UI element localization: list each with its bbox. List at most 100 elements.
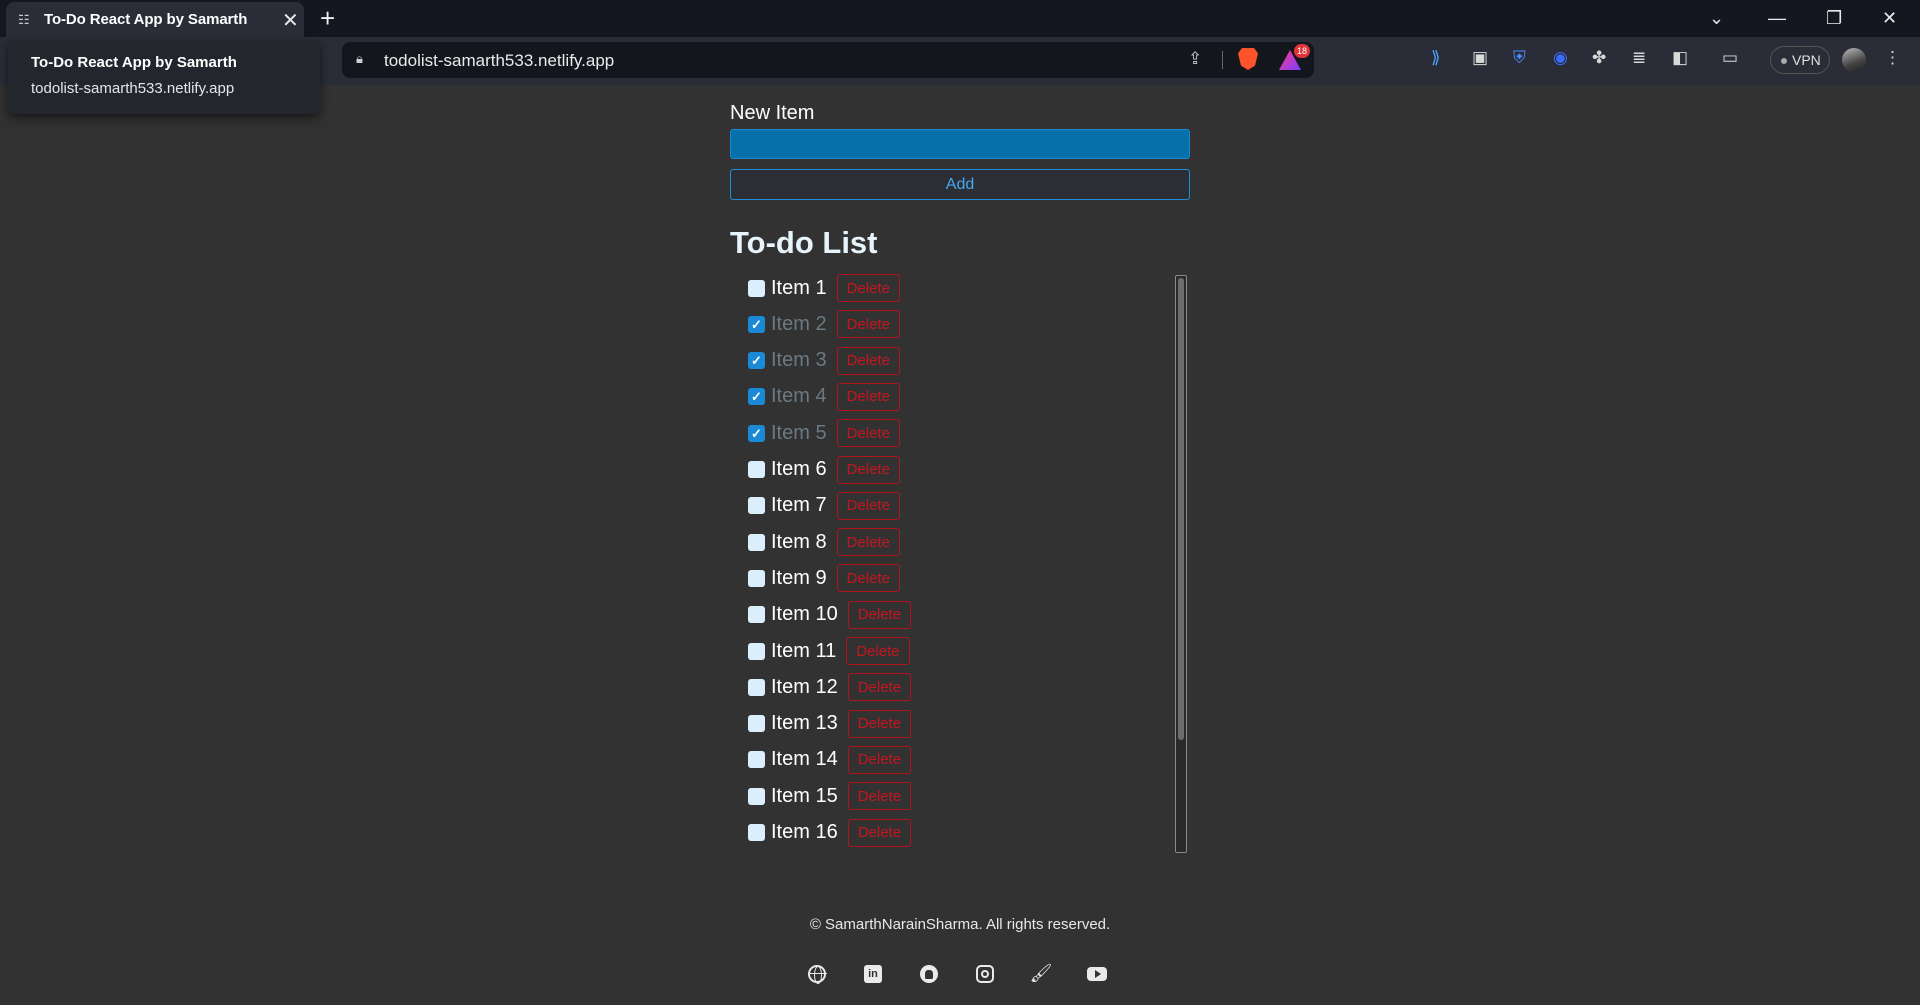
todo-item: ✓ Item 5 Delete	[748, 418, 900, 448]
new-tab-icon[interactable]: +	[320, 3, 335, 33]
new-item-input[interactable]	[730, 129, 1190, 159]
delete-button[interactable]: Delete	[836, 564, 900, 593]
todo-item: Item 9 Delete	[748, 563, 900, 593]
todo-item: Item 6 Delete	[748, 455, 900, 485]
todo-checkbox[interactable]	[748, 461, 765, 478]
tab-close-icon[interactable]: ✕	[282, 8, 299, 33]
github-icon[interactable]	[917, 961, 941, 985]
todo-checkbox[interactable]: ✓	[748, 352, 765, 370]
divider	[1222, 51, 1223, 69]
todo-item-text: Item 12	[771, 675, 838, 698]
tab-title: To-Do React App by Samarth	[44, 11, 248, 28]
todo-checkbox[interactable]	[748, 533, 765, 551]
url-text[interactable]: todolist-samarth533.netlify.app	[384, 51, 614, 71]
todo-item-text: Item 10	[771, 603, 838, 626]
brush-icon[interactable]: 🖌︎	[1029, 961, 1053, 985]
address-bar[interactable]: 🔒︎ todolist-samarth533.netlify.app ⇪ 18	[342, 42, 1314, 78]
youtube-icon[interactable]	[1085, 961, 1109, 985]
todo-item-text: Item 1	[771, 276, 827, 299]
delete-button[interactable]: Delete	[847, 600, 912, 629]
delete-button[interactable]: Delete	[847, 782, 912, 811]
todo-checkbox[interactable]: ✓	[748, 315, 765, 333]
delete-button[interactable]: Delete	[836, 528, 900, 557]
todo-checkbox[interactable]	[748, 569, 765, 587]
scrollbar-thumb[interactable]	[1178, 278, 1184, 740]
shields-count-badge: 18	[1294, 44, 1310, 58]
todo-checkbox[interactable]	[748, 642, 765, 660]
delete-button[interactable]: Delete	[847, 745, 912, 774]
todo-item-text: Item 15	[771, 784, 838, 807]
hover-card-url: todolist-samarth533.netlify.app	[31, 80, 235, 97]
delete-button[interactable]: Delete	[836, 310, 900, 339]
todo-list: Item 1 Delete ✓ Item 2 Delete ✓ Item 3 Delete ✓ I…	[748, 273, 1192, 853]
brave-shields-icon[interactable]	[1238, 48, 1258, 70]
todo-item-text: Item 14	[771, 748, 838, 771]
todo-item-text: Item 7	[771, 494, 827, 517]
vpn-button[interactable]: VPN	[1770, 46, 1830, 74]
picture-in-picture-icon[interactable]: ▣	[1472, 48, 1488, 68]
todo-item-text: Item 13	[771, 712, 838, 735]
close-window-icon[interactable]: ✕	[1882, 4, 1897, 32]
speedreader-icon[interactable]: ⟫	[1431, 48, 1440, 68]
todo-item-text: Item 11	[771, 639, 837, 662]
todo-checkbox[interactable]	[748, 497, 765, 515]
todo-checkbox[interactable]: ✓	[748, 424, 765, 442]
todo-item-text: Item 3	[771, 349, 827, 372]
linkedin-icon[interactable]: in	[861, 961, 885, 985]
todo-checkbox[interactable]	[748, 678, 765, 696]
tab-search-chevron-icon[interactable]: ⌄	[1709, 4, 1724, 32]
todo-item: Item 7 Delete	[748, 491, 900, 521]
add-button[interactable]: Add	[730, 169, 1190, 200]
lock-icon[interactable]: 🔒︎	[356, 51, 363, 67]
delete-button[interactable]: Delete	[836, 382, 900, 411]
todo-checkbox[interactable]	[748, 715, 765, 733]
todo-checkbox[interactable]	[748, 279, 765, 297]
restore-icon[interactable]: ❐	[1826, 4, 1842, 32]
social-links: in 🖌︎	[805, 961, 1107, 985]
sidebar-icon[interactable]: ◧	[1672, 48, 1688, 68]
delete-button[interactable]: Delete	[836, 346, 900, 375]
vpn-status-dot	[1781, 58, 1787, 65]
extensions-puzzle-icon[interactable]: ✤	[1592, 48, 1606, 68]
browser-tab[interactable]: ☷ To-Do React App by Samarth ✕	[6, 2, 304, 37]
delete-button[interactable]: Delete	[836, 274, 900, 302]
todo-checkbox[interactable]: ✓	[748, 388, 765, 406]
menu-icon[interactable]: ⋮	[1884, 48, 1901, 68]
delete-button[interactable]: Delete	[836, 491, 900, 520]
delete-button[interactable]: Delete	[846, 637, 910, 665]
todo-checkbox[interactable]	[748, 606, 765, 624]
todo-checkbox[interactable]	[748, 751, 765, 769]
list-scrollbar[interactable]	[1175, 275, 1187, 853]
todo-checkbox[interactable]	[748, 824, 765, 841]
todo-item: Item 8 Delete	[748, 527, 900, 557]
todo-item-text: Item 6	[771, 458, 827, 480]
todo-item-text: Item 5	[771, 421, 827, 444]
delete-button[interactable]: Delete	[836, 419, 900, 448]
profile-avatar[interactable]	[1842, 48, 1866, 72]
tab-hover-card: To-Do React App by Samarth todolist-sama…	[8, 40, 320, 114]
todo-item: Item 13 Delete	[748, 709, 912, 739]
minimize-icon[interactable]: —	[1768, 4, 1786, 32]
tab-strip: ☷ To-Do React App by Samarth ✕ + ⌄ — ❐ ✕	[0, 0, 1920, 37]
vpn-label: VPN	[1792, 52, 1821, 68]
delete-button[interactable]: Delete	[847, 673, 912, 702]
instagram-icon[interactable]	[973, 961, 997, 985]
delete-button[interactable]: Delete	[847, 818, 912, 847]
footer-copyright: © SamarthNarainSharma. All rights reserv…	[809, 916, 1111, 933]
bookmark-extension-icon[interactable]: ◉	[1553, 48, 1568, 68]
wallet-icon[interactable]: ▭	[1722, 48, 1738, 68]
list-favicon-icon: ☷	[18, 12, 30, 27]
todo-item: Item 12 Delete	[748, 672, 912, 702]
todo-item-text: Item 9	[771, 566, 827, 589]
hover-card-title: To-Do React App by Samarth	[31, 54, 237, 71]
playlist-icon[interactable]: ≣	[1632, 48, 1646, 68]
globe-icon[interactable]	[805, 961, 829, 985]
todo-item: Item 15 Delete	[748, 781, 912, 811]
todo-checkbox[interactable]	[748, 787, 765, 805]
share-icon[interactable]: ⇪	[1188, 49, 1202, 69]
delete-button[interactable]: Delete	[836, 455, 900, 484]
delete-button[interactable]: Delete	[847, 709, 912, 738]
extension-shield-icon[interactable]: ⛨	[1513, 48, 1526, 68]
todo-item-text: Item 4	[771, 385, 827, 408]
todo-item-text: Item 8	[771, 530, 827, 553]
